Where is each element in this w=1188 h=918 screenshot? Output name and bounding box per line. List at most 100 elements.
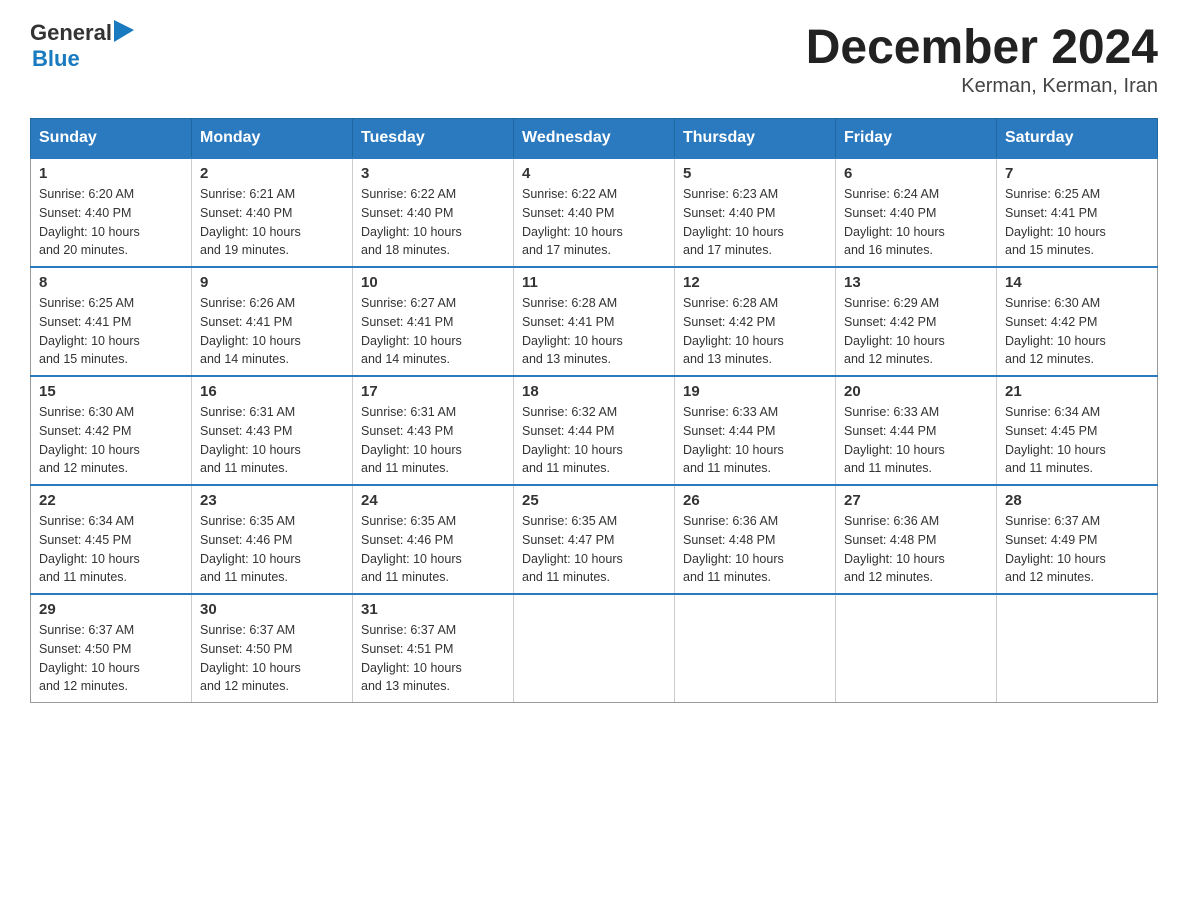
day-number: 29 bbox=[39, 601, 183, 618]
day-number: 4 bbox=[522, 165, 666, 182]
day-number: 15 bbox=[39, 383, 183, 400]
table-row bbox=[997, 594, 1158, 703]
day-number: 6 bbox=[844, 165, 988, 182]
calendar-week-row: 22Sunrise: 6:34 AMSunset: 4:45 PMDayligh… bbox=[31, 485, 1158, 594]
day-info: Sunrise: 6:35 AMSunset: 4:47 PMDaylight:… bbox=[522, 512, 666, 587]
header-saturday: Saturday bbox=[997, 119, 1158, 159]
table-row: 14 Sunrise: 6:30 AMSunset: 4:42 PMDayligh… bbox=[997, 267, 1158, 376]
table-row: 7 Sunrise: 6:25 AMSunset: 4:41 PMDaylight… bbox=[997, 158, 1158, 267]
table-row: 22Sunrise: 6:34 AMSunset: 4:45 PMDayligh… bbox=[31, 485, 192, 594]
logo-general-text: General bbox=[30, 20, 112, 46]
day-info: Sunrise: 6:26 AMSunset: 4:41 PMDaylight:… bbox=[200, 294, 344, 369]
day-info: Sunrise: 6:35 AMSunset: 4:46 PMDaylight:… bbox=[361, 512, 505, 587]
day-info: Sunrise: 6:37 AMSunset: 4:49 PMDaylight:… bbox=[1005, 512, 1149, 587]
day-number: 7 bbox=[1005, 165, 1149, 182]
table-row: 6 Sunrise: 6:24 AMSunset: 4:40 PMDaylight… bbox=[836, 158, 997, 267]
day-info: Sunrise: 6:25 AMSunset: 4:41 PMDaylight:… bbox=[1005, 185, 1149, 260]
day-number: 2 bbox=[200, 165, 344, 182]
table-row: 21Sunrise: 6:34 AMSunset: 4:45 PMDayligh… bbox=[997, 376, 1158, 485]
day-number: 28 bbox=[1005, 492, 1149, 509]
day-info: Sunrise: 6:36 AMSunset: 4:48 PMDaylight:… bbox=[683, 512, 827, 587]
day-info: Sunrise: 6:33 AMSunset: 4:44 PMDaylight:… bbox=[844, 403, 988, 478]
day-info: Sunrise: 6:30 AMSunset: 4:42 PMDaylight:… bbox=[1005, 294, 1149, 369]
day-number: 14 bbox=[1005, 274, 1149, 291]
day-info: Sunrise: 6:23 AMSunset: 4:40 PMDaylight:… bbox=[683, 185, 827, 260]
table-row: 19Sunrise: 6:33 AMSunset: 4:44 PMDayligh… bbox=[675, 376, 836, 485]
calendar-title: December 2024 bbox=[806, 20, 1158, 75]
table-row: 8Sunrise: 6:25 AMSunset: 4:41 PMDaylight… bbox=[31, 267, 192, 376]
logo-blue-text: Blue bbox=[30, 46, 134, 72]
day-number: 16 bbox=[200, 383, 344, 400]
day-info: Sunrise: 6:35 AMSunset: 4:46 PMDaylight:… bbox=[200, 512, 344, 587]
day-number: 27 bbox=[844, 492, 988, 509]
table-row: 5 Sunrise: 6:23 AMSunset: 4:40 PMDaylight… bbox=[675, 158, 836, 267]
day-info: Sunrise: 6:37 AMSunset: 4:50 PMDaylight:… bbox=[200, 621, 344, 696]
day-number: 24 bbox=[361, 492, 505, 509]
day-number: 18 bbox=[522, 383, 666, 400]
logo: General Blue bbox=[30, 20, 134, 72]
day-number: 17 bbox=[361, 383, 505, 400]
day-info: Sunrise: 6:21 AMSunset: 4:40 PMDaylight:… bbox=[200, 185, 344, 260]
table-row: 30 Sunrise: 6:37 AMSunset: 4:50 PMDayligh… bbox=[192, 594, 353, 703]
day-info: Sunrise: 6:30 AMSunset: 4:42 PMDaylight:… bbox=[39, 403, 183, 478]
day-number: 9 bbox=[200, 274, 344, 291]
table-row bbox=[514, 594, 675, 703]
table-row: 29Sunrise: 6:37 AMSunset: 4:50 PMDayligh… bbox=[31, 594, 192, 703]
day-info: Sunrise: 6:24 AMSunset: 4:40 PMDaylight:… bbox=[844, 185, 988, 260]
day-number: 19 bbox=[683, 383, 827, 400]
calendar-table: Sunday Monday Tuesday Wednesday Thursday… bbox=[30, 118, 1158, 703]
table-row: 15 Sunrise: 6:30 AMSunset: 4:42 PMDayligh… bbox=[31, 376, 192, 485]
table-row: 9 Sunrise: 6:26 AMSunset: 4:41 PMDaylight… bbox=[192, 267, 353, 376]
calendar-week-row: 1 Sunrise: 6:20 AMSunset: 4:40 PMDaylight… bbox=[31, 158, 1158, 267]
table-row bbox=[675, 594, 836, 703]
table-row: 31Sunrise: 6:37 AMSunset: 4:51 PMDayligh… bbox=[353, 594, 514, 703]
table-row: 28 Sunrise: 6:37 AMSunset: 4:49 PMDayligh… bbox=[997, 485, 1158, 594]
calendar-week-row: 8Sunrise: 6:25 AMSunset: 4:41 PMDaylight… bbox=[31, 267, 1158, 376]
table-row: 2 Sunrise: 6:21 AMSunset: 4:40 PMDaylight… bbox=[192, 158, 353, 267]
day-info: Sunrise: 6:28 AMSunset: 4:42 PMDaylight:… bbox=[683, 294, 827, 369]
day-info: Sunrise: 6:37 AMSunset: 4:51 PMDaylight:… bbox=[361, 621, 505, 696]
day-info: Sunrise: 6:36 AMSunset: 4:48 PMDaylight:… bbox=[844, 512, 988, 587]
day-number: 13 bbox=[844, 274, 988, 291]
day-number: 10 bbox=[361, 274, 505, 291]
day-info: Sunrise: 6:31 AMSunset: 4:43 PMDaylight:… bbox=[200, 403, 344, 478]
day-info: Sunrise: 6:20 AMSunset: 4:40 PMDaylight:… bbox=[39, 185, 183, 260]
page-header: General Blue December 2024 Kerman, Kerma… bbox=[30, 20, 1158, 98]
day-number: 30 bbox=[200, 601, 344, 618]
title-block: December 2024 Kerman, Kerman, Iran bbox=[806, 20, 1158, 98]
day-number: 23 bbox=[200, 492, 344, 509]
header-wednesday: Wednesday bbox=[514, 119, 675, 159]
table-row bbox=[836, 594, 997, 703]
table-row: 17 Sunrise: 6:31 AMSunset: 4:43 PMDayligh… bbox=[353, 376, 514, 485]
day-number: 21 bbox=[1005, 383, 1149, 400]
header-monday: Monday bbox=[192, 119, 353, 159]
table-row: 10Sunrise: 6:27 AMSunset: 4:41 PMDayligh… bbox=[353, 267, 514, 376]
day-info: Sunrise: 6:32 AMSunset: 4:44 PMDaylight:… bbox=[522, 403, 666, 478]
table-row: 26 Sunrise: 6:36 AMSunset: 4:48 PMDayligh… bbox=[675, 485, 836, 594]
header-friday: Friday bbox=[836, 119, 997, 159]
logo-triangle-icon bbox=[114, 20, 134, 42]
table-row: 13 Sunrise: 6:29 AMSunset: 4:42 PMDayligh… bbox=[836, 267, 997, 376]
table-row: 3Sunrise: 6:22 AMSunset: 4:40 PMDaylight… bbox=[353, 158, 514, 267]
day-info: Sunrise: 6:34 AMSunset: 4:45 PMDaylight:… bbox=[39, 512, 183, 587]
table-row: 1 Sunrise: 6:20 AMSunset: 4:40 PMDaylight… bbox=[31, 158, 192, 267]
day-info: Sunrise: 6:22 AMSunset: 4:40 PMDaylight:… bbox=[361, 185, 505, 260]
calendar-week-row: 15 Sunrise: 6:30 AMSunset: 4:42 PMDayligh… bbox=[31, 376, 1158, 485]
day-number: 26 bbox=[683, 492, 827, 509]
calendar-subtitle: Kerman, Kerman, Iran bbox=[806, 75, 1158, 98]
day-number: 8 bbox=[39, 274, 183, 291]
day-info: Sunrise: 6:29 AMSunset: 4:42 PMDaylight:… bbox=[844, 294, 988, 369]
day-number: 1 bbox=[39, 165, 183, 182]
day-info: Sunrise: 6:31 AMSunset: 4:43 PMDaylight:… bbox=[361, 403, 505, 478]
table-row: 25Sunrise: 6:35 AMSunset: 4:47 PMDayligh… bbox=[514, 485, 675, 594]
day-info: Sunrise: 6:28 AMSunset: 4:41 PMDaylight:… bbox=[522, 294, 666, 369]
day-info: Sunrise: 6:22 AMSunset: 4:40 PMDaylight:… bbox=[522, 185, 666, 260]
table-row: 27 Sunrise: 6:36 AMSunset: 4:48 PMDayligh… bbox=[836, 485, 997, 594]
header-tuesday: Tuesday bbox=[353, 119, 514, 159]
header-thursday: Thursday bbox=[675, 119, 836, 159]
table-row: 16 Sunrise: 6:31 AMSunset: 4:43 PMDayligh… bbox=[192, 376, 353, 485]
day-number: 20 bbox=[844, 383, 988, 400]
day-number: 5 bbox=[683, 165, 827, 182]
day-number: 11 bbox=[522, 274, 666, 291]
table-row: 4 Sunrise: 6:22 AMSunset: 4:40 PMDaylight… bbox=[514, 158, 675, 267]
